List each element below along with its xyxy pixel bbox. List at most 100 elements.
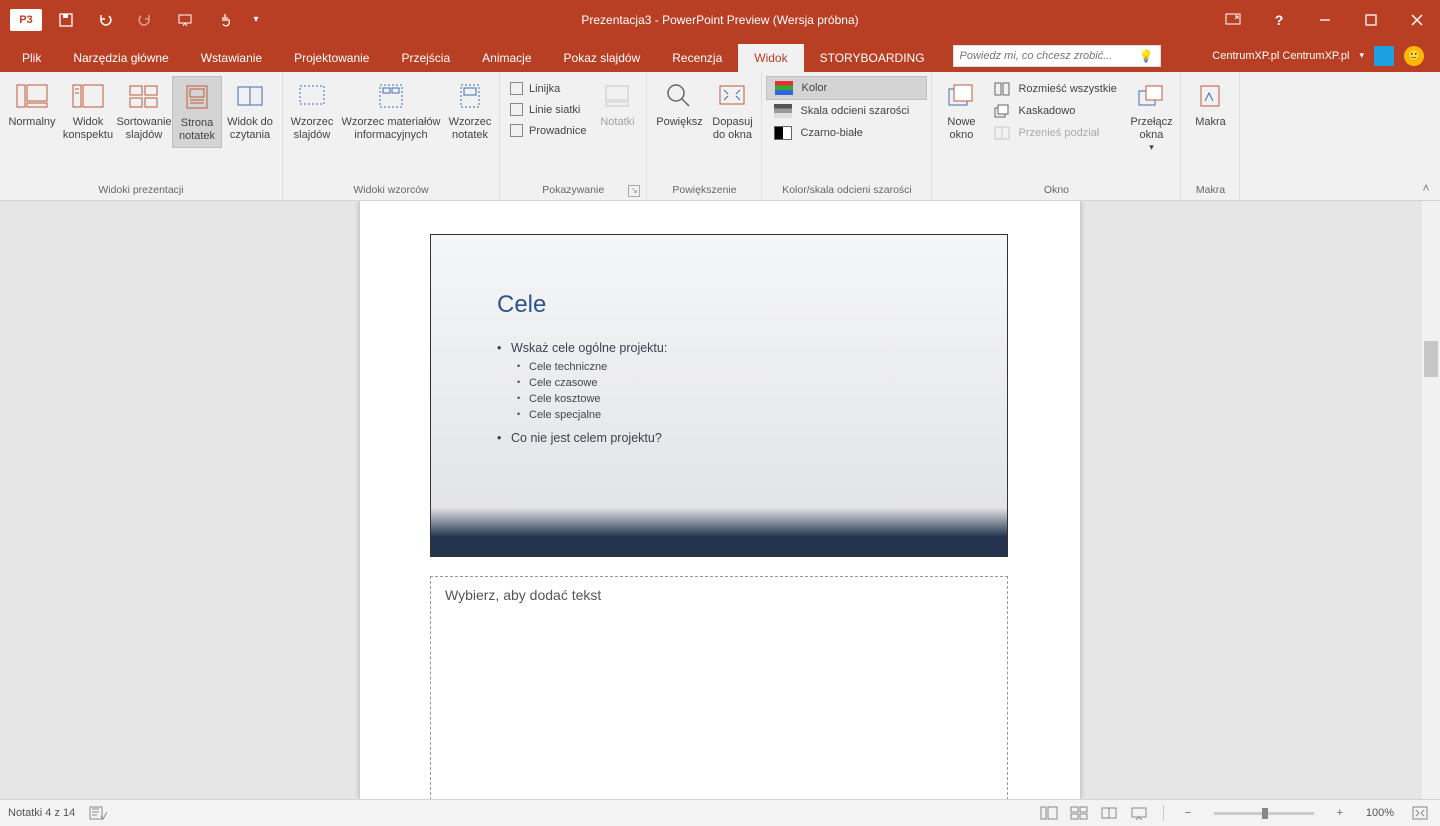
redo-button[interactable] <box>126 0 166 39</box>
notes-pane-button[interactable]: Notatki <box>592 76 642 133</box>
sorter-view-status-button[interactable] <box>1067 803 1091 823</box>
group-label: Widoki prezentacji <box>4 182 278 200</box>
tab-home[interactable]: Narzędzia główne <box>57 44 184 72</box>
status-bar: Notatki 4 z 14 − + 100% <box>0 799 1440 826</box>
close-button[interactable] <box>1394 0 1440 39</box>
collapse-ribbon-button[interactable]: ˄ <box>1418 180 1434 196</box>
grayscale-strip-icon <box>774 104 792 118</box>
slide-title: Cele <box>497 291 941 319</box>
tell-me-input[interactable] <box>960 50 1139 62</box>
save-button[interactable] <box>46 0 86 39</box>
help-button[interactable]: ? <box>1256 0 1302 39</box>
group-master-views: Wzorzec slajdów Wzorzec materiałów infor… <box>283 72 500 200</box>
tab-slideshow[interactable]: Pokaz slajdów <box>548 44 657 72</box>
quick-access-toolbar: P3 ▾ <box>0 0 266 39</box>
bw-mode-button[interactable]: Czarno-białe <box>766 122 927 144</box>
grayscale-mode-button[interactable]: Skala odcieni szarości <box>766 100 927 122</box>
group-window: Nowe okno Rozmieść wszystkie Kaskadowo P… <box>932 72 1181 200</box>
outline-view-button[interactable]: Widok konspektu <box>60 76 116 146</box>
ruler-checkbox[interactable]: Linijka <box>504 78 592 99</box>
tell-me-search[interactable]: 💡 <box>953 45 1161 67</box>
cascade-button[interactable]: Kaskadowo <box>986 100 1126 122</box>
start-slideshow-button[interactable] <box>166 0 206 39</box>
zoom-button[interactable]: Powiększ <box>651 76 707 133</box>
notes-placeholder: Wybierz, aby dodać tekst <box>445 587 993 603</box>
workspace: Cele Wskaż cele ogólne projektu: Cele te… <box>0 201 1440 799</box>
group-color-grayscale: Kolor Skala odcieni szarości Czarno-biał… <box>762 72 932 200</box>
bullet: Cele specjalne <box>497 409 941 421</box>
tab-animations[interactable]: Animacje <box>466 44 547 72</box>
notes-textbox[interactable]: Wybierz, aby dodać tekst <box>430 576 1008 799</box>
reading-view-button[interactable]: Widok do czytania <box>222 76 278 146</box>
zoom-slider[interactable] <box>1214 812 1314 815</box>
touch-mode-button[interactable] <box>206 0 246 39</box>
fit-to-window-status-button[interactable] <box>1408 803 1432 823</box>
slide-master-button[interactable]: Wzorzec slajdów <box>287 76 337 146</box>
tab-view[interactable]: Widok <box>738 44 803 72</box>
qat-customize-button[interactable]: ▾ <box>246 0 266 39</box>
zoom-slider-thumb[interactable] <box>1262 808 1268 819</box>
group-label: Kolor/skala odcieni szarości <box>766 182 927 200</box>
status-slide-count: Notatki 4 z 14 <box>8 807 75 819</box>
handout-master-icon <box>375 80 407 112</box>
notes-master-button[interactable]: Wzorzec notatek <box>445 76 495 146</box>
normal-view-button[interactable]: Normalny <box>4 76 60 133</box>
switch-windows-button[interactable]: Przełącz okna ▾ <box>1126 76 1176 157</box>
move-split-button: Przenieś podział <box>986 122 1126 144</box>
tab-file[interactable]: Plik <box>6 44 57 72</box>
macros-icon <box>1194 80 1226 112</box>
group-show: Linijka Linie siatki Prowadnice Notatki … <box>500 72 647 200</box>
zoom-in-button[interactable]: + <box>1328 803 1352 823</box>
group-label: Widoki wzorców <box>287 182 495 200</box>
color-mode-button[interactable]: Kolor <box>766 76 927 100</box>
group-label: Powiększenie <box>651 182 757 200</box>
slideshow-status-button[interactable] <box>1127 803 1151 823</box>
notes-page-icon <box>181 81 213 113</box>
outline-view-icon <box>72 80 104 112</box>
tab-design[interactable]: Projektowanie <box>278 44 385 72</box>
maximize-button[interactable] <box>1348 0 1394 39</box>
handout-master-button[interactable]: Wzorzec materiałów informacyjnych <box>337 76 445 146</box>
tab-insert[interactable]: Wstawianie <box>185 44 278 72</box>
notes-master-icon <box>454 80 486 112</box>
notes-page: Cele Wskaż cele ogólne projektu: Cele te… <box>360 201 1080 799</box>
slide-thumbnail[interactable]: Cele Wskaż cele ogólne projektu: Cele te… <box>430 234 1008 557</box>
arrange-all-button[interactable]: Rozmieść wszystkie <box>986 78 1126 100</box>
new-window-button[interactable]: Nowe okno <box>936 76 986 146</box>
group-label: Pokazywanie↘ <box>504 182 642 200</box>
zoom-out-button[interactable]: − <box>1176 803 1200 823</box>
dialog-launcher-icon[interactable]: ↘ <box>628 185 640 197</box>
color-strip-icon <box>775 81 793 95</box>
slide-sorter-button[interactable]: Sortowanie slajdów <box>116 76 172 146</box>
new-window-icon <box>945 80 977 112</box>
feedback-smiley-icon[interactable]: 🙂 <box>1404 46 1424 66</box>
user-avatar-icon[interactable] <box>1374 46 1394 66</box>
macros-button[interactable]: Makra <box>1185 76 1235 133</box>
vertical-scrollbar[interactable] <box>1422 201 1440 799</box>
group-zoom: Powiększ Dopasuj do okna Powiększenie <box>647 72 762 200</box>
switch-windows-icon <box>1135 80 1167 112</box>
ribbon-display-button[interactable] <box>1210 0 1256 39</box>
scrollbar-thumb[interactable] <box>1424 341 1438 377</box>
undo-button[interactable] <box>86 0 126 39</box>
spellcheck-icon[interactable] <box>89 806 107 820</box>
user-name[interactable]: CentrumXP.pl CentrumXP.pl <box>1212 50 1349 62</box>
normal-view-status-button[interactable] <box>1037 803 1061 823</box>
reading-view-icon <box>234 80 266 112</box>
notes-page-button[interactable]: Strona notatek <box>172 76 222 148</box>
tab-review[interactable]: Recenzja <box>656 44 738 72</box>
reading-view-status-button[interactable] <box>1097 803 1121 823</box>
fit-to-window-button[interactable]: Dopasuj do okna <box>707 76 757 146</box>
minimize-button[interactable] <box>1302 0 1348 39</box>
zoom-icon <box>663 80 695 112</box>
tab-transitions[interactable]: Przejścia <box>385 44 466 72</box>
window-title: Prezentacja3 - PowerPoint Preview (Wersj… <box>581 13 858 27</box>
group-presentation-views: Normalny Widok konspektu Sortowanie slaj… <box>0 72 283 200</box>
ribbon: Normalny Widok konspektu Sortowanie slaj… <box>0 72 1440 201</box>
zoom-percent[interactable]: 100% <box>1366 807 1394 819</box>
gridlines-checkbox[interactable]: Linie siatki <box>504 99 592 120</box>
tab-storyboarding[interactable]: STORYBOARDING <box>804 44 941 72</box>
group-label: Makra <box>1185 182 1235 200</box>
guides-checkbox[interactable]: Prowadnice <box>504 120 592 141</box>
app-logo: P3 <box>6 0 46 39</box>
